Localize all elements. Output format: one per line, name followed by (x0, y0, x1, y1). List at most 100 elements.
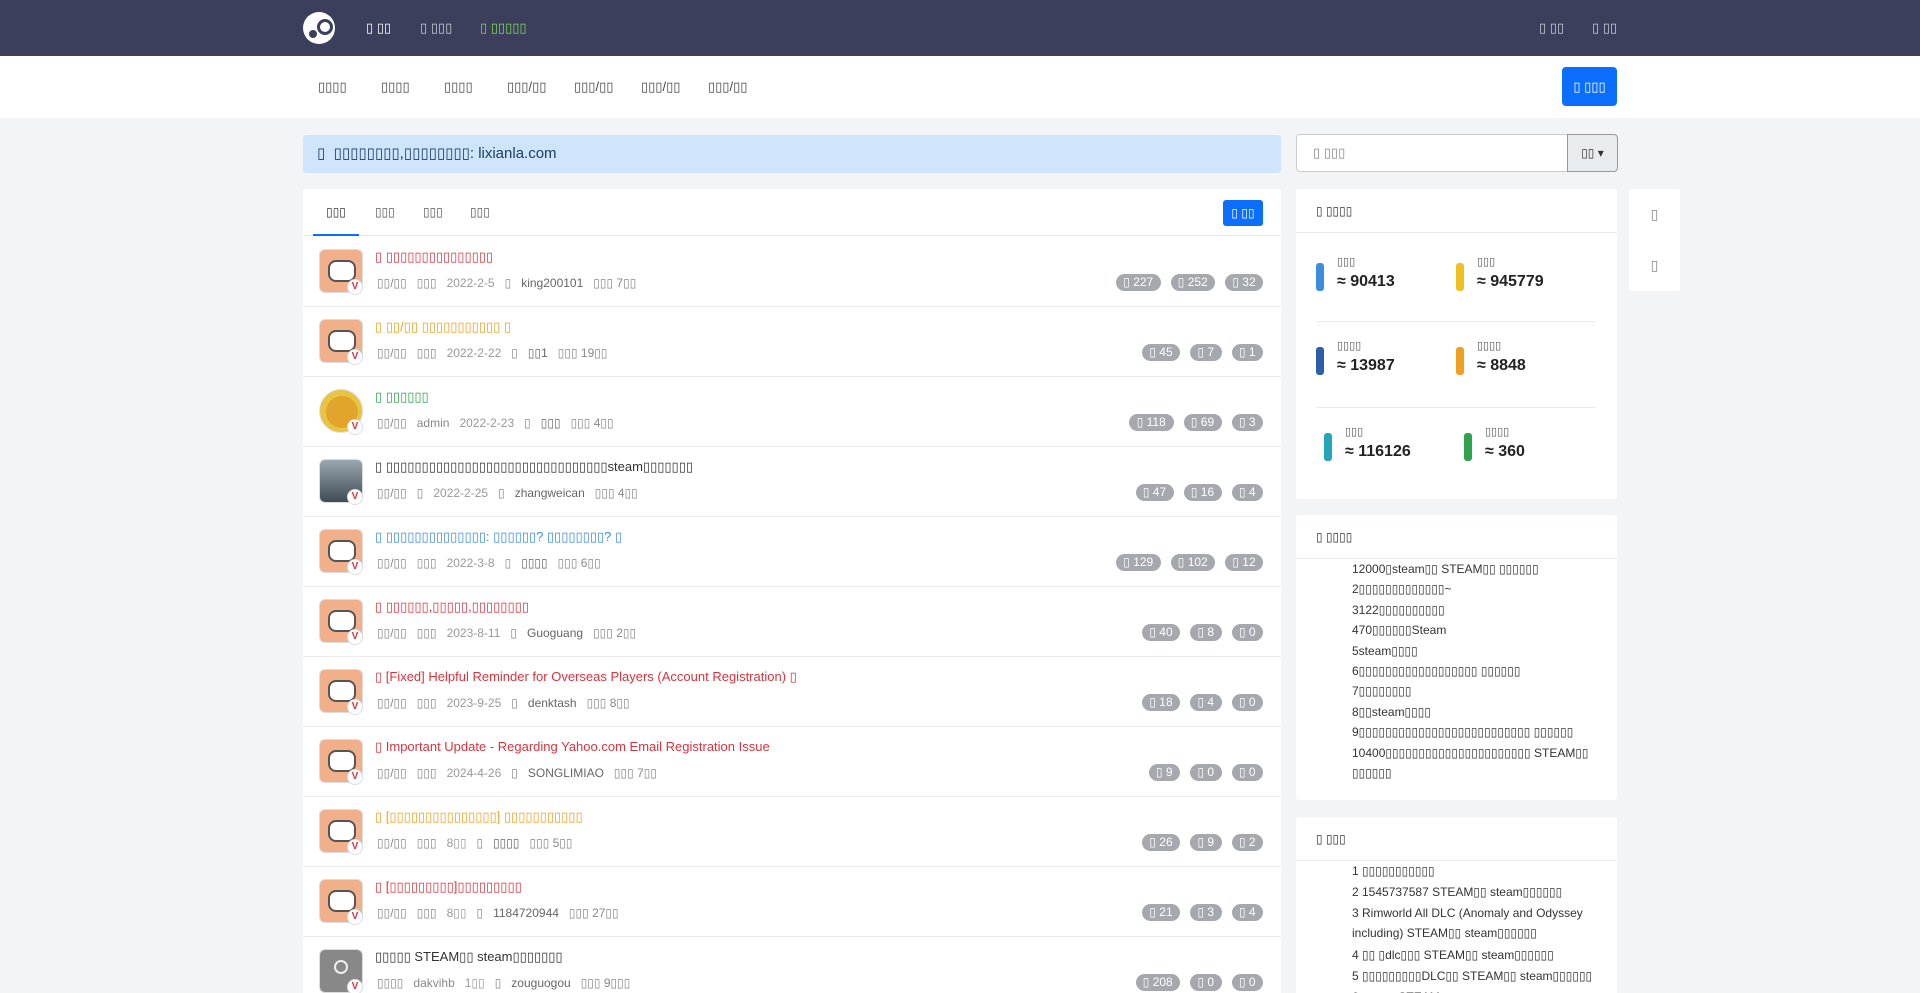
new-thread-button[interactable]: ▯ ▯▯ (1223, 200, 1263, 226)
nav-register[interactable]: ▯ ▯▯ (1592, 0, 1617, 56)
post-button[interactable]: ▯ ▯▯▯ (1562, 67, 1617, 106)
thread-category[interactable]: ▯▯/▯▯ (377, 486, 407, 500)
search-input[interactable]: ▯ ▯▯▯ (1296, 134, 1568, 172)
nav-home[interactable]: ▯ ▯▯ (366, 0, 391, 56)
thread-user[interactable]: ▯▯▯▯ (521, 556, 547, 570)
verified-icon: V (347, 279, 363, 295)
category-item[interactable]: ▯▯▯▯ (318, 56, 347, 118)
verified-icon: V (347, 979, 363, 993)
thread-title[interactable]: ▯▯▯▯▯ STEAM▯▯ steam▯▯▯▯▯▯▯ (375, 949, 563, 965)
rank-item[interactable]: 1 ▯▯▯▯▯▯▯▯▯▯▯ (1352, 861, 1602, 881)
hot-thread-link[interactable]: 12000▯steam▯▯ STEAM▯▯ ▯▯▯▯▯▯ (1352, 559, 1602, 579)
category-item[interactable]: ▯▯▯/▯▯ (574, 56, 613, 118)
rank-item[interactable]: 2 1545737587 STEAM▯▯ steam▯▯▯▯▯▯ (1352, 882, 1602, 902)
thread-title[interactable]: ▯ ▯▯/▯▯ ▯▯▯▯▯▯▯▯▯▯▯ ▯ (375, 319, 511, 335)
views-badge: ▯ 118 (1129, 414, 1174, 431)
thread-user[interactable]: denktash (528, 696, 577, 710)
thread-user[interactable]: ▯▯1 (528, 346, 548, 360)
thread-category[interactable]: ▯▯/▯▯ (377, 766, 407, 780)
thread-title[interactable]: ▯ [▯▯▯▯▯▯▯▯▯▯▯▯▯▯▯] ▯▯▯▯▯▯▯▯▯▯▯ (375, 809, 583, 825)
thread-row[interactable]: V ▯ ▯▯▯▯▯▯,▯▯▯▯▯,▯▯▯▯▯▯▯▯ ▯▯/▯▯ ▯▯▯ 2023-8-1… (303, 587, 1281, 657)
hot-thread-link[interactable]: 7▯▯▯▯▯▯▯▯ (1352, 681, 1602, 701)
thread-title[interactable]: ▯ ▯▯▯▯▯▯▯▯▯▯▯▯▯▯: ▯▯▯▯▯▯? ▯▯▯▯▯▯▯▯? ▯ (375, 529, 622, 545)
category-item[interactable]: ▯▯▯/▯▯ (708, 56, 747, 118)
back-to-top-icon[interactable]: ▯ (1629, 240, 1680, 291)
rank-item[interactable]: 4 ▯▯ ▯dlc▯▯▯ STEAM▯▯ steam▯▯▯▯▯▯ (1352, 945, 1602, 965)
rank-item[interactable]: 6 ▯▯▯▯▯ STEAM▯▯ steam▯▯▯▯▯▯ (1352, 987, 1602, 993)
thread-category[interactable]: ▯▯/▯▯ (377, 626, 407, 640)
thread-category[interactable]: ▯▯/▯▯ (377, 416, 407, 430)
tab-third[interactable]: ▯▯▯ (423, 189, 443, 236)
thread-row[interactable]: V ▯ ▯▯▯▯▯▯▯▯▯▯▯▯▯▯▯ ▯▯/▯▯ ▯▯▯ 2022-2-5 ▯ king2… (303, 237, 1281, 307)
hot-thread-link[interactable]: 3122▯▯▯▯▯▯▯▯▯▯ (1352, 600, 1602, 620)
share-icon[interactable]: ▯ (1629, 189, 1680, 240)
thread-user[interactable]: king200101 (521, 276, 583, 290)
search-scope-dropdown[interactable]: ▯▯ ▾ (1567, 134, 1618, 172)
replies-badge: ▯ 32 (1225, 274, 1263, 291)
views-badge: ▯ 21 (1142, 904, 1180, 921)
thread-user[interactable]: 1184720944 (493, 906, 559, 920)
thread-meta: ▯▯/▯▯ ▯▯▯ 2022-2-22 ▯ ▯▯1 ▯▯▯ 19▯▯ (377, 346, 617, 360)
tab-latest[interactable]: ▯▯▯ (313, 189, 359, 236)
hot-thread-link[interactable]: 9▯▯▯▯▯▯▯▯▯▯▯▯▯▯▯▯▯▯▯▯▯▯▯▯▯▯ ▯▯▯▯▯▯ (1352, 722, 1602, 742)
thread-category[interactable]: ▯▯/▯▯ (377, 276, 407, 290)
rank-item[interactable]: 5 ▯▯▯▯▯▯▯▯▯DLC▯▯ STEAM▯▯ steam▯▯▯▯▯▯ (1352, 966, 1602, 986)
thread-row[interactable]: V ▯ ▯▯▯▯▯▯▯▯▯▯▯▯▯▯: ▯▯▯▯▯▯? ▯▯▯▯▯▯▯▯? ▯ ▯▯… (303, 517, 1281, 587)
stat-bar-icon (1456, 347, 1464, 375)
thread-last-reply: ▯▯▯ 7▯▯ (593, 276, 637, 290)
stats-card: ▯ ▯▯▯▯ ▯▯▯ ≈ 90413 ▯▯▯ ≈ 945779 ▯▯▯▯ ≈ 13987 ▯… (1296, 189, 1617, 499)
thread-title[interactable]: ▯ Important Update - Regarding Yahoo.com… (375, 739, 770, 755)
thread-row[interactable]: V ▯ ▯▯/▯▯ ▯▯▯▯▯▯▯▯▯▯▯ ▯ ▯▯/▯▯ ▯▯▯ 2022-2-22 ▯… (303, 307, 1281, 377)
thread-user[interactable]: SONGLIMIAO (528, 766, 604, 780)
thread-row[interactable]: V ▯ ▯▯▯▯▯▯ ▯▯/▯▯ admin 2022-2-23 ▯ ▯▯▯ ▯▯▯ 4▯▯ ▯… (303, 377, 1281, 447)
steam-logo-icon[interactable] (303, 12, 335, 44)
tab-second[interactable]: ▯▯▯ (375, 189, 395, 236)
hot-thread-link[interactable]: 5steam▯▯▯▯ (1352, 641, 1602, 661)
thread-title[interactable]: ▯ ▯▯▯▯▯▯,▯▯▯▯▯,▯▯▯▯▯▯▯▯ (375, 599, 529, 615)
thread-date: 8▯▯ (446, 836, 467, 850)
category-item[interactable]: ▯▯▯▯ (444, 56, 473, 118)
thread-title[interactable]: ▯ ▯▯▯▯▯▯ (375, 389, 429, 405)
rank-item[interactable]: 3 Rimworld All DLC (Anomaly and Odyssey … (1352, 903, 1602, 943)
thread-title[interactable]: ▯ [▯▯▯▯▯▯▯▯▯]▯▯▯▯▯▯▯▯▯ (375, 879, 522, 895)
hot-thread-link[interactable]: 8▯▯steam▯▯▯▯ (1352, 702, 1602, 722)
thread-category[interactable]: ▯▯/▯▯ (377, 696, 407, 710)
stat-bar-icon (1456, 263, 1464, 291)
thread-category[interactable]: ▯▯▯▯ (377, 976, 403, 990)
thread-title[interactable]: ▯ ▯▯▯▯▯▯▯▯▯▯▯▯▯▯▯ (375, 249, 493, 265)
thread-user[interactable]: zhangweican (515, 486, 585, 500)
nav-third[interactable]: ▯ ▯▯▯▯▯ (480, 0, 527, 56)
nav-second[interactable]: ▯ ▯▯▯ (420, 0, 452, 56)
hot-thread-link[interactable]: 6▯▯▯▯▯▯▯▯▯▯▯▯▯▯▯▯▯▯ ▯▯▯▯▯▯ (1352, 661, 1602, 681)
nav-login[interactable]: ▯ ▯▯ (1539, 0, 1564, 56)
thread-category[interactable]: ▯▯/▯▯ (377, 836, 407, 850)
reply-user-icon: ▯ (524, 416, 531, 430)
thread-row[interactable]: V ▯▯▯▯▯ STEAM▯▯ steam▯▯▯▯▯▯▯ ▯▯▯▯ dakvihb 1▯… (303, 937, 1281, 993)
views-badge: ▯ 227 (1116, 274, 1161, 291)
category-item[interactable]: ▯▯▯▯ (381, 56, 410, 118)
thread-user[interactable]: ▯▯▯ (541, 416, 561, 430)
thread-row[interactable]: V ▯ [▯▯▯▯▯▯▯▯▯▯▯▯▯▯▯] ▯▯▯▯▯▯▯▯▯▯▯ ▯▯/▯▯ ▯▯▯… (303, 797, 1281, 867)
thread-user[interactable]: Guoguang (527, 626, 583, 640)
thread-row[interactable]: V ▯ [▯▯▯▯▯▯▯▯▯]▯▯▯▯▯▯▯▯▯ ▯▯/▯▯ ▯▯▯ 8▯▯ ▯ 11847… (303, 867, 1281, 937)
hot-thread-link[interactable]: 470▯▯▯▯▯▯Steam (1352, 620, 1602, 640)
thread-title[interactable]: ▯ ▯▯▯▯▯▯▯▯▯▯▯▯▯▯▯▯▯▯▯▯▯▯▯▯▯▯▯▯▯▯▯steam▯▯… (375, 459, 693, 475)
thread-row[interactable]: V ▯ [Fixed] Helpful Reminder for Overseas… (303, 657, 1281, 727)
likes-badge: ▯ 4 (1190, 694, 1222, 711)
thread-title[interactable]: ▯ [Fixed] Helpful Reminder for Overseas … (375, 669, 797, 685)
thread-user[interactable]: ▯▯▯▯ (493, 836, 519, 850)
thread-category[interactable]: ▯▯/▯▯ (377, 346, 407, 360)
thread-row[interactable]: V ▯ ▯▯▯▯▯▯▯▯▯▯▯▯▯▯▯▯▯▯▯▯▯▯▯▯▯▯▯▯▯▯▯steam▯… (303, 447, 1281, 517)
verified-icon: V (347, 629, 363, 645)
thread-user[interactable]: zouguogou (511, 976, 570, 990)
thread-row[interactable]: V ▯ Important Update - Regarding Yahoo.co… (303, 727, 1281, 797)
category-item[interactable]: ▯▯▯/▯▯ (641, 56, 680, 118)
category-item[interactable]: ▯▯▯/▯▯ (507, 56, 546, 118)
hot-thread-link[interactable]: 10400▯▯▯▯▯▯▯▯▯▯▯▯▯▯▯▯▯▯▯▯▯▯ STEAM▯▯ ▯▯▯▯… (1352, 743, 1602, 783)
thread-date: 1▯▯ (464, 976, 485, 990)
thread-category[interactable]: ▯▯/▯▯ (377, 906, 407, 920)
thread-category[interactable]: ▯▯/▯▯ (377, 556, 407, 570)
tab-fourth[interactable]: ▯▯▯ (470, 189, 490, 236)
views-badge: ▯ 47 (1135, 484, 1174, 501)
hot-thread-link[interactable]: 2▯▯▯▯▯▯▯▯▯▯▯▯▯~ (1352, 579, 1602, 599)
